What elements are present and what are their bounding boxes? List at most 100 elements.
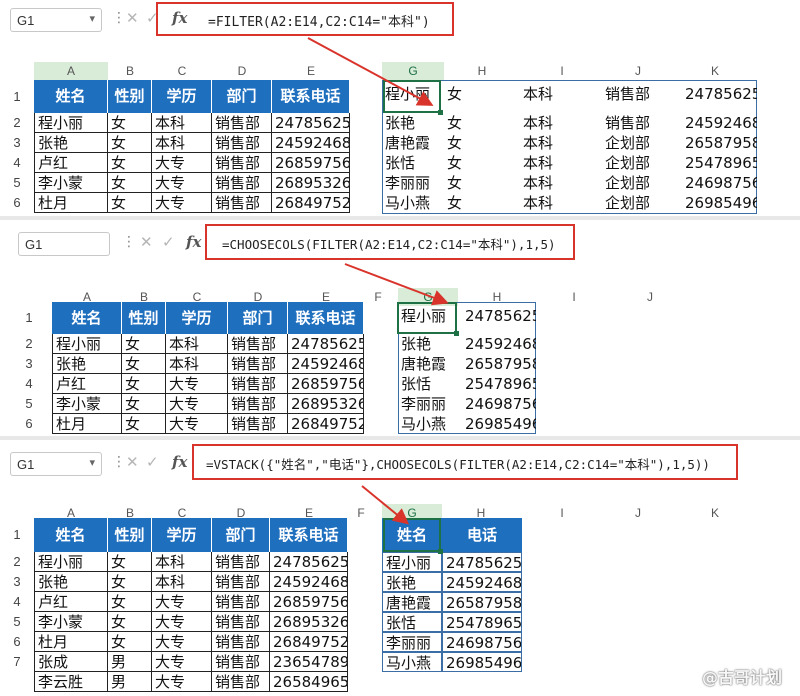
table-cell[interactable]: 大专 [152, 632, 212, 652]
row-header-4[interactable]: 4 [2, 592, 32, 612]
column-header-A[interactable]: A [34, 62, 108, 80]
table-header-cell[interactable]: 姓名 [34, 80, 108, 113]
table-cell[interactable]: 杜月 [34, 632, 108, 652]
table-cell[interactable]: 女 [108, 113, 152, 133]
table-cell[interactable]: 26895326 [272, 173, 350, 193]
table-cell[interactable]: 销售部 [228, 374, 288, 394]
table-cell[interactable]: 李小蒙 [34, 612, 108, 632]
result-cell[interactable]: 24785625 [442, 552, 522, 572]
table-cell[interactable]: 大专 [152, 672, 212, 692]
table-header-cell[interactable]: 部门 [212, 518, 270, 552]
result-cell[interactable]: 26587958 [442, 592, 522, 612]
result-cell[interactable]: 25478965 [682, 153, 757, 173]
table-cell[interactable]: 女 [108, 552, 152, 572]
table-cell[interactable]: 李小蒙 [52, 394, 122, 414]
table-cell[interactable]: 24785625 [288, 334, 364, 354]
table-cell[interactable]: 大专 [152, 612, 212, 632]
table-cell[interactable]: 24592468 [272, 133, 350, 153]
result-cell[interactable]: 24698756 [682, 173, 757, 193]
column-header-G[interactable]: G [382, 62, 444, 80]
result-cell[interactable]: 销售部 [602, 113, 682, 133]
table-cell[interactable]: 销售部 [212, 612, 270, 632]
row-header-1[interactable]: 1 [2, 518, 32, 552]
row-header-5[interactable]: 5 [14, 394, 44, 414]
active-cell-selection[interactable] [383, 80, 443, 115]
name-box[interactable]: G1 ▾ [10, 8, 102, 32]
table-cell[interactable]: 本科 [152, 572, 212, 592]
row-header-5[interactable]: 5 [2, 173, 32, 193]
table-cell[interactable]: 销售部 [212, 113, 272, 133]
column-header-J[interactable]: J [604, 62, 672, 80]
table-header-cell[interactable]: 联系电话 [272, 80, 350, 113]
confirm-icon[interactable]: ✓ [146, 453, 159, 471]
result-cell[interactable]: 本科 [520, 153, 602, 173]
name-box[interactable]: G1 [18, 232, 110, 256]
table-cell[interactable]: 26849752 [270, 632, 348, 652]
column-header-D[interactable]: D [212, 62, 272, 80]
result-cell[interactable]: 女 [444, 133, 520, 153]
table-header-cell[interactable]: 姓名 [52, 302, 122, 334]
table-cell[interactable]: 大专 [152, 173, 212, 193]
result-cell[interactable]: 26985496 [682, 193, 757, 213]
result-cell[interactable]: 李丽丽 [398, 394, 460, 414]
result-cell[interactable]: 24592468 [682, 113, 757, 133]
table-cell[interactable]: 大专 [166, 414, 228, 434]
name-box[interactable]: G1 ▾ [10, 452, 102, 476]
table-cell[interactable]: 女 [108, 572, 152, 592]
table-cell[interactable]: 26859756 [272, 153, 350, 173]
table-cell[interactable]: 销售部 [212, 133, 272, 153]
table-cell[interactable]: 张成 [34, 652, 108, 672]
table-cell[interactable]: 23654789 [270, 652, 348, 672]
row-header-5[interactable]: 5 [2, 612, 32, 632]
table-cell[interactable]: 男 [108, 652, 152, 672]
table-cell[interactable]: 张艳 [34, 572, 108, 592]
result-cell[interactable]: 马小燕 [382, 193, 444, 213]
table-header-cell[interactable]: 部门 [212, 80, 272, 113]
cancel-icon[interactable]: ✕ [140, 233, 153, 251]
table-cell[interactable]: 程小丽 [52, 334, 122, 354]
row-header-2[interactable]: 2 [2, 552, 32, 572]
result-cell[interactable]: 本科 [520, 133, 602, 153]
result-cell[interactable]: 本科 [520, 84, 602, 104]
table-cell[interactable]: 销售部 [212, 193, 272, 213]
table-header-cell[interactable]: 性别 [108, 518, 152, 552]
result-cell[interactable]: 企划部 [602, 153, 682, 173]
result-cell[interactable]: 24592468 [442, 572, 522, 592]
table-cell[interactable]: 女 [122, 334, 166, 354]
result-cell[interactable]: 26587958 [682, 133, 757, 153]
table-cell[interactable]: 张艳 [34, 133, 108, 153]
result-cell[interactable]: 26985496 [462, 414, 536, 434]
table-cell[interactable]: 李云胜 [34, 672, 108, 692]
result-cell[interactable]: 女 [444, 193, 520, 213]
table-cell[interactable]: 24592468 [288, 354, 364, 374]
result-cell[interactable]: 程小丽 [382, 552, 442, 572]
result-cell[interactable]: 唐艳霞 [398, 354, 460, 374]
result-cell[interactable]: 张恬 [398, 374, 460, 394]
table-cell[interactable]: 26895326 [270, 612, 348, 632]
table-cell[interactable]: 本科 [166, 354, 228, 374]
active-cell-selection[interactable] [397, 302, 459, 336]
table-cell[interactable]: 销售部 [212, 153, 272, 173]
column-header-K[interactable]: K [672, 62, 758, 80]
table-cell[interactable]: 女 [122, 354, 166, 374]
result-cell[interactable]: 张恬 [382, 153, 444, 173]
result-cell[interactable]: 25478965 [462, 374, 536, 394]
table-cell[interactable]: 销售部 [228, 354, 288, 374]
table-cell[interactable]: 卢红 [34, 592, 108, 612]
table-cell[interactable]: 销售部 [212, 592, 270, 612]
more-options-icon[interactable]: ⋮ [112, 10, 126, 26]
result-cell[interactable]: 女 [444, 153, 520, 173]
result-cell[interactable]: 24698756 [442, 632, 522, 652]
result-cell[interactable]: 26587958 [462, 354, 536, 374]
formula-input[interactable]: =VSTACK({"姓名","电话"},CHOOSECOLS(FILTER(A2… [206, 454, 710, 473]
table-cell[interactable]: 女 [122, 374, 166, 394]
result-cell[interactable]: 24785625 [462, 306, 536, 326]
table-cell[interactable]: 本科 [152, 552, 212, 572]
table-cell[interactable]: 杜月 [34, 193, 108, 213]
table-header-cell[interactable]: 姓名 [34, 518, 108, 552]
row-header-3[interactable]: 3 [2, 133, 32, 153]
column-header-I[interactable]: I [520, 62, 604, 80]
table-cell[interactable]: 卢红 [52, 374, 122, 394]
table-cell[interactable]: 销售部 [212, 672, 270, 692]
row-header-4[interactable]: 4 [2, 153, 32, 173]
